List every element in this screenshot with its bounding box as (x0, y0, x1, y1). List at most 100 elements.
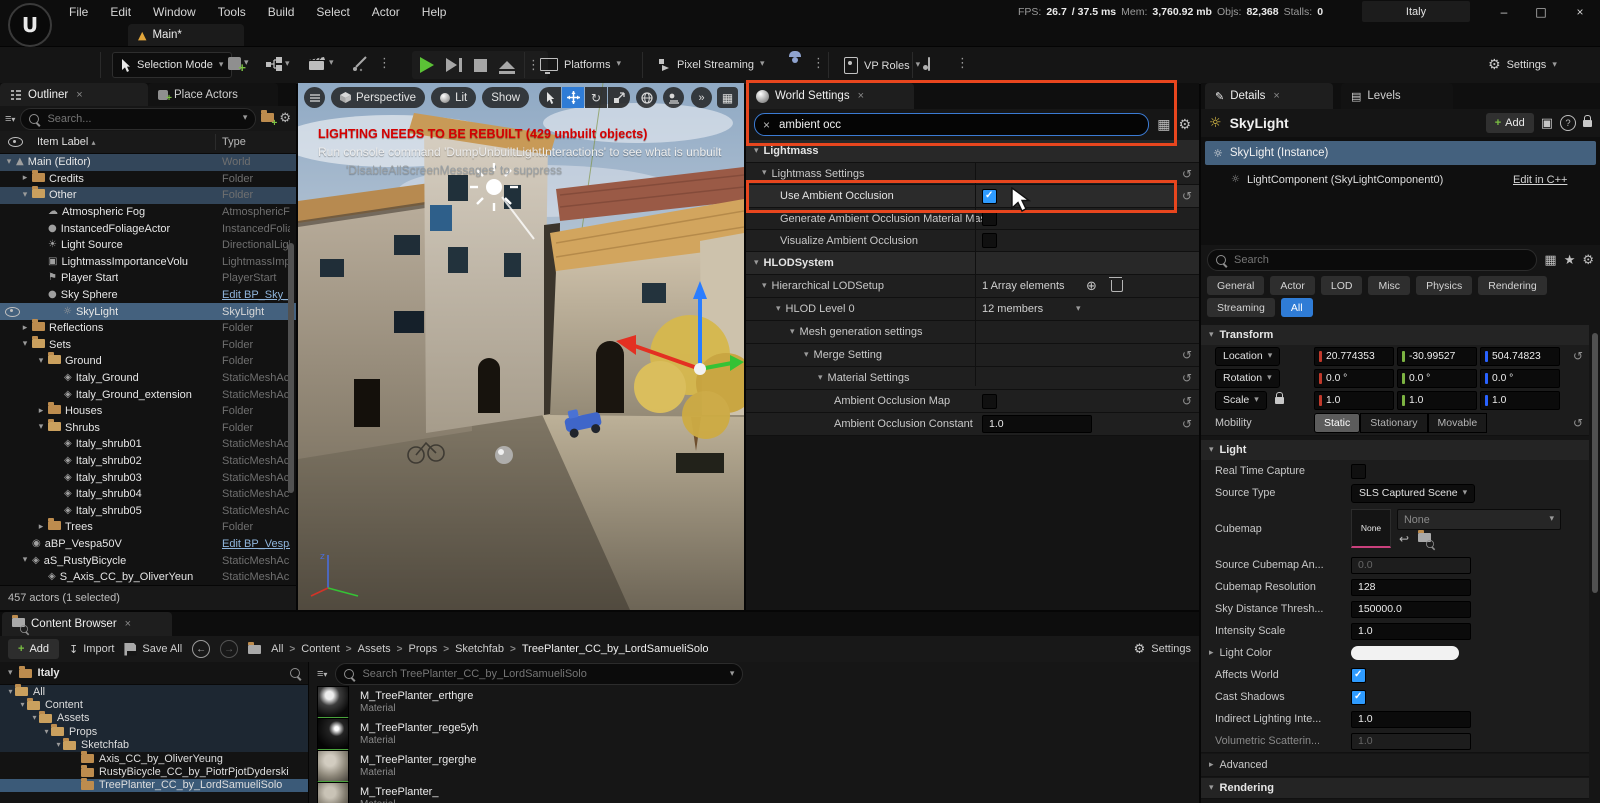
paint-mode-icon[interactable] (352, 56, 368, 75)
tree-row[interactable]: ▸CreditsFolder (0, 171, 296, 188)
content-browser-settings[interactable]: ⚙ Settings (1134, 643, 1191, 656)
close-tab-icon[interactable]: × (858, 90, 864, 102)
tree-row[interactable]: ▾All (0, 685, 308, 698)
light-component-row[interactable]: ☼ LightComponent (SkyLightComponent0) Ed… (1201, 169, 1600, 191)
help-icon[interactable]: ? (1560, 115, 1576, 131)
expand-toolbar-icon[interactable]: » (691, 87, 712, 108)
breadcrumb-content[interactable]: Content (301, 643, 340, 655)
cubemap-resolution-field[interactable]: 128 (1351, 579, 1471, 596)
tree-row[interactable]: ◈Italy_shrub05StaticMeshAc (0, 502, 296, 519)
tab-content-browser[interactable]: Content Browser × (2, 612, 172, 636)
tree-row-selected[interactable]: ☼SkyLightSkyLight (0, 303, 296, 320)
tab-outliner[interactable]: Outliner × (0, 83, 148, 106)
frame-skip-button[interactable] (446, 58, 462, 72)
advanced-row[interactable]: ▸Advanced (1201, 754, 1589, 777)
minimize-button[interactable]: – (1489, 0, 1519, 24)
tree-row[interactable]: ▾Sketchfab (0, 739, 308, 752)
chip-all[interactable]: All (1281, 298, 1313, 317)
scale-dropdown[interactable]: Scale▾ (1215, 391, 1267, 410)
play-options-menu[interactable]: ⋮ (527, 59, 540, 72)
asset-search[interactable]: ▾ (335, 663, 743, 685)
chip-actor[interactable]: Actor (1270, 276, 1315, 295)
eye-icon[interactable] (5, 307, 20, 317)
forward-icon[interactable]: → (220, 640, 238, 658)
column-item-label[interactable]: Item Label ▴ (37, 136, 95, 148)
outliner-settings-gear-icon[interactable]: ⚙ (279, 112, 291, 125)
select-tool-button[interactable] (539, 87, 561, 108)
gear-icon[interactable]: ⚙ (1582, 254, 1594, 267)
platforms-dropdown[interactable]: Platforms ▾ (540, 58, 621, 71)
chevron-down-icon[interactable]: ▾ (1076, 305, 1081, 314)
blueprint-convert-icon[interactable]: ▣ (1541, 117, 1553, 130)
mesh-generation-settings-row[interactable]: ▾Mesh generation settings (746, 321, 1199, 344)
chevron-down-icon[interactable]: ▾ (243, 114, 248, 123)
virtual-camera-icon[interactable] (928, 58, 930, 70)
filter-icon[interactable]: ≡▾ (317, 668, 327, 680)
mobility-static[interactable]: Static (1314, 413, 1360, 433)
skylight-instance-row[interactable]: ☼ SkyLight (Instance) (1205, 141, 1596, 165)
menu-select[interactable]: Select (305, 0, 360, 24)
add-array-element-icon[interactable]: ⊕ (1086, 280, 1097, 293)
mobility-movable[interactable]: Movable (1428, 413, 1488, 433)
tree-row[interactable]: ●Sky SphereEdit BP_Sky_S (0, 287, 296, 304)
hlod-section-header[interactable]: ▾HLODSystem (746, 252, 1199, 275)
tab-place-actors[interactable]: + Place Actors (148, 83, 278, 106)
menu-actor[interactable]: Actor (361, 0, 411, 24)
rotation-dropdown[interactable]: Rotation▾ (1215, 369, 1280, 388)
close-tab-icon[interactable]: × (125, 618, 131, 630)
toolbar-overflow-menu[interactable]: ⋮ (378, 57, 391, 70)
expand-icon[interactable]: ▸ (1209, 649, 1214, 658)
selection-mode-dropdown[interactable]: Selection Mode ▾ (112, 52, 232, 78)
reset-icon[interactable]: ↺ (1573, 350, 1583, 362)
tab-levels[interactable]: ▤ Levels (1341, 83, 1453, 109)
pixel-streaming-dropdown[interactable]: Pixel Streaming ▾ (658, 58, 765, 71)
virtual-camera-menu[interactable]: ⋮ (956, 57, 969, 70)
rotate-tool-button[interactable]: ↻ (585, 87, 607, 108)
hlod-level-0-row[interactable]: ▾HLOD Level 0 12 members ▾ (746, 298, 1199, 321)
add-asset-button[interactable]: + Add (8, 639, 59, 659)
grid-view-icon[interactable]: ▦ (1157, 118, 1170, 132)
asset-row[interactable]: M_TreePlanter_rgergheMaterial (309, 750, 1199, 782)
edit-blueprint-link[interactable]: Edit BP_Sky_S (222, 289, 290, 301)
close-tab-icon[interactable]: × (76, 89, 82, 101)
delete-array-icon[interactable] (1111, 280, 1123, 292)
tree-row[interactable]: ◈Italy_GroundStaticMeshAc (0, 370, 296, 387)
affects-world-checkbox[interactable] (1351, 668, 1366, 683)
rotation-x-field[interactable]: 0.0 ° (1314, 369, 1394, 388)
ao-map-row[interactable]: Ambient Occlusion Map↺ (746, 390, 1199, 413)
cubemap-dropdown[interactable]: None▾ (1397, 509, 1561, 530)
asset-search-input[interactable] (360, 667, 684, 681)
edit-blueprint-link[interactable]: Edit BP_Vespa (222, 538, 290, 550)
tree-row[interactable]: ●InstancedFoliageActorInstancedFolia (0, 220, 296, 237)
rendering-section-header[interactable]: ▾Rendering (1201, 778, 1589, 799)
reset-icon[interactable]: ↺ (1182, 168, 1192, 180)
reset-icon[interactable]: ↺ (1182, 418, 1192, 430)
generate-ao-mask-checkbox[interactable] (982, 211, 997, 226)
outliner-scrollbar[interactable] (288, 243, 294, 493)
tree-row[interactable]: RustyBicycle_CC_by_PiotrPjotDyderski (0, 765, 308, 778)
tree-row[interactable]: ▾Assets (0, 712, 308, 725)
location-z-field[interactable]: 504.74823 (1480, 347, 1560, 366)
breadcrumb-all[interactable]: All (271, 643, 283, 655)
clear-search-icon[interactable]: × (763, 118, 770, 132)
rotation-y-field[interactable]: 0.0 ° (1397, 369, 1477, 388)
reset-icon[interactable]: ↺ (1182, 190, 1192, 202)
real-time-capture-checkbox[interactable] (1351, 464, 1366, 479)
tree-row[interactable]: ▣LightmassImportanceVoluLightmassImp (0, 254, 296, 271)
menu-file[interactable]: File (58, 0, 99, 24)
indirect-lighting-field[interactable]: 1.0 (1351, 711, 1471, 728)
location-x-field[interactable]: 20.774353 (1314, 347, 1394, 366)
light-color-swatch[interactable] (1351, 646, 1459, 660)
scale-y-field[interactable]: 1.0 (1397, 391, 1477, 410)
hierarchical-lod-setup-row[interactable]: ▾Hierarchical LODSetup 1 Array elements … (746, 275, 1199, 298)
chip-physics[interactable]: Physics (1416, 276, 1472, 295)
edit-in-cpp-link[interactable]: Edit in C++ (1513, 174, 1567, 186)
column-type[interactable]: Type (222, 136, 246, 148)
lightmass-section-header[interactable]: ▾Lightmass (746, 140, 1199, 163)
play-button[interactable] (420, 57, 434, 73)
close-tab-icon[interactable]: × (1273, 90, 1279, 102)
tree-row[interactable]: ▾SetsFolder (0, 337, 296, 354)
ao-constant-row[interactable]: Ambient Occlusion Constant1.0↺ (746, 413, 1199, 436)
tree-row[interactable]: ◈Italy_shrub02StaticMeshAc (0, 453, 296, 470)
use-ambient-occlusion-checkbox[interactable] (982, 189, 997, 204)
